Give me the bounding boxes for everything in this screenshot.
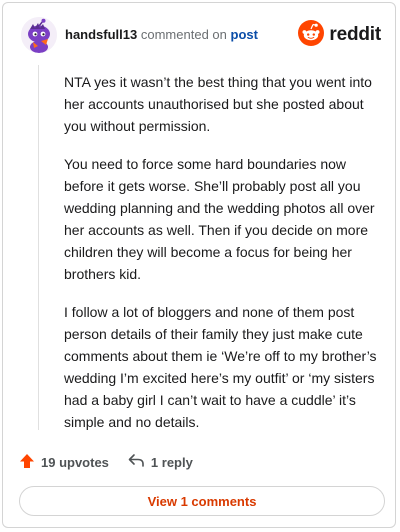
- commented-on-text: commented on: [140, 27, 227, 42]
- comment-paragraph-2: You need to force some hard boundaries n…: [64, 156, 375, 282]
- reply-button[interactable]: 1 reply: [128, 453, 193, 471]
- comment-byline: handsfull13 commented on post: [65, 27, 258, 42]
- comment-actions: 19 upvotes 1 reply: [19, 451, 193, 473]
- comment-header: handsfull13 commented on post reddit: [21, 17, 381, 57]
- reply-arrow-icon: [128, 453, 145, 471]
- comment-card: handsfull13 commented on post reddit NTA…: [2, 2, 396, 528]
- upvote-button[interactable]: 19 upvotes: [19, 453, 109, 472]
- username-link[interactable]: handsfull13: [65, 27, 137, 42]
- comment-paragraph-1: NTA yes it wasn’t the best thing that yo…: [64, 74, 372, 134]
- reddit-logo[interactable]: reddit: [298, 19, 381, 51]
- thread-line: [38, 65, 39, 430]
- view-comments-button[interactable]: View 1 comments: [19, 486, 385, 516]
- comment-paragraph-3: I follow a lot of bloggers and none of t…: [64, 304, 377, 430]
- upvotes-count: 19 upvotes: [41, 454, 109, 470]
- replies-count: 1 reply: [150, 454, 193, 470]
- user-avatar-icon[interactable]: [21, 17, 57, 53]
- post-link[interactable]: post: [231, 27, 258, 42]
- reddit-wordmark: reddit: [329, 24, 381, 45]
- comment-body: NTA yes it wasn’t the best thing that yo…: [64, 71, 382, 449]
- upvote-arrow-icon: [19, 453, 35, 472]
- reddit-logo-icon: [298, 19, 325, 51]
